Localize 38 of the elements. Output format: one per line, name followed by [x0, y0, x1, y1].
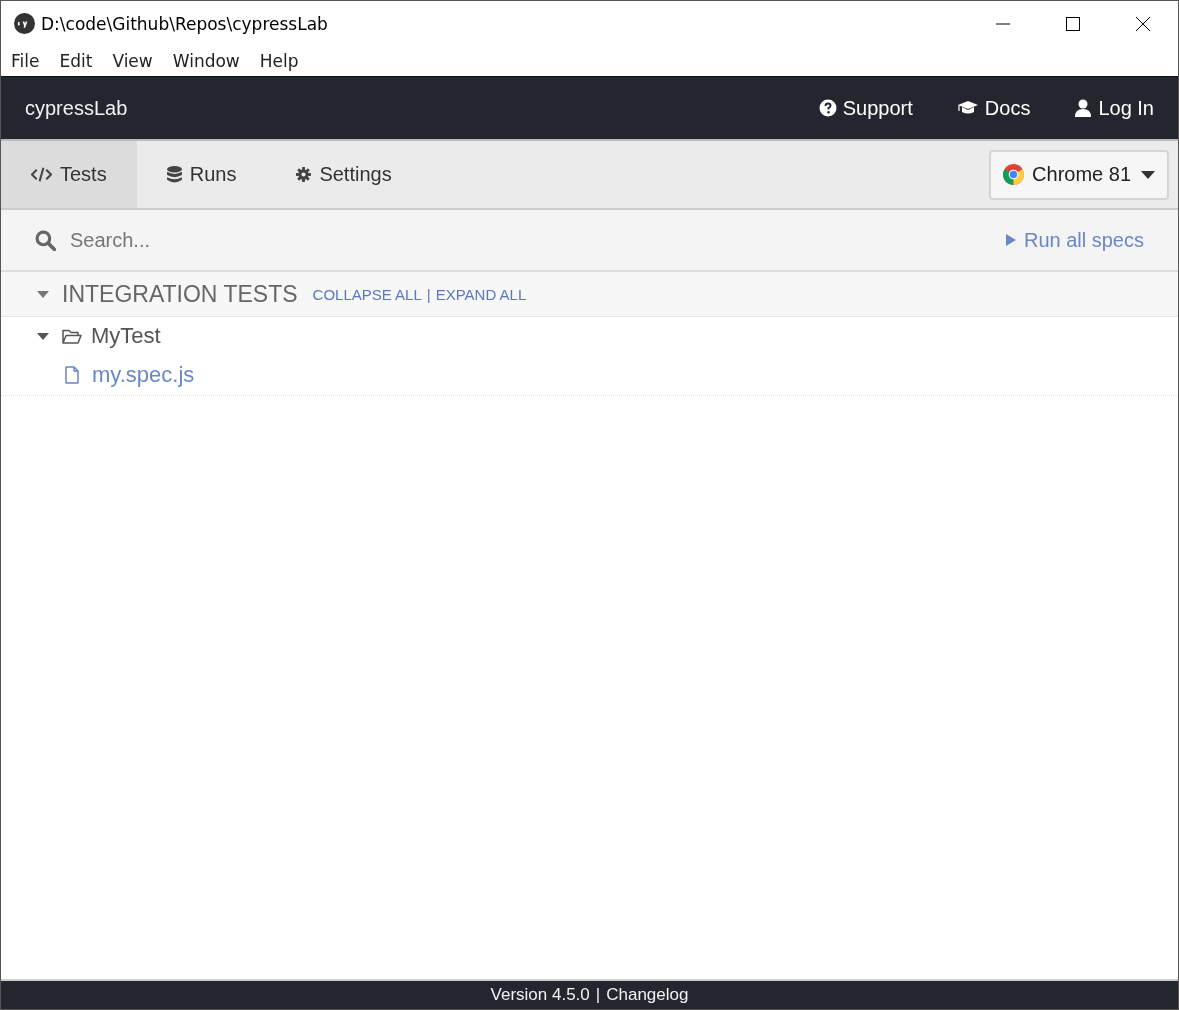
- app-logo-icon: [14, 13, 35, 34]
- file-icon: [65, 366, 79, 384]
- caret-down-icon[interactable]: [37, 290, 49, 298]
- nav-tab[interactable]: Tests: [1, 141, 137, 208]
- menu-item[interactable]: Edit: [59, 51, 93, 71]
- project-name: cypressLab: [25, 96, 128, 120]
- user-icon: [1074, 99, 1093, 117]
- code-icon: [31, 166, 52, 183]
- play-icon: [1005, 234, 1016, 246]
- database-icon: [166, 166, 182, 183]
- header-link[interactable]: Docs: [956, 96, 1031, 120]
- chrome-logo-icon: [1003, 164, 1025, 185]
- window-title: D:\code\Github\Repos\cypressLab: [41, 13, 328, 34]
- caret-down-icon[interactable]: [37, 332, 49, 340]
- caret-down-icon: [1141, 170, 1155, 179]
- menu-item[interactable]: Window: [172, 51, 240, 71]
- folder-name[interactable]: MyTest: [91, 323, 161, 349]
- spec-file-link[interactable]: my.spec.js: [92, 362, 195, 388]
- link-separator: |: [426, 285, 431, 303]
- menu-item[interactable]: File: [11, 51, 40, 71]
- expand-all-link[interactable]: EXPAND ALL: [435, 285, 527, 303]
- collapse-all-link[interactable]: COLLAPSE ALL: [312, 285, 422, 303]
- gear-icon: [296, 166, 312, 183]
- nav-tab[interactable]: Settings: [266, 141, 422, 208]
- menu-item[interactable]: Help: [259, 51, 299, 71]
- folder-icon: [62, 328, 82, 344]
- section-title: INTEGRATION TESTS: [62, 280, 298, 308]
- search-field[interactable]: Search...: [70, 228, 370, 252]
- changelog-link[interactable]: Changelog: [606, 985, 689, 1005]
- search-icon: [35, 229, 56, 251]
- browser-dropdown[interactable]: Chrome 81: [989, 149, 1169, 200]
- question-circle-icon: [818, 99, 837, 117]
- version-text: Version 4.5.0: [490, 985, 590, 1005]
- nav-tab[interactable]: Runs: [136, 141, 267, 208]
- footer-separator: |: [595, 985, 601, 1005]
- header-link[interactable]: Support: [818, 96, 913, 120]
- menu-item[interactable]: View: [112, 51, 153, 71]
- header-link[interactable]: Log In: [1074, 96, 1154, 120]
